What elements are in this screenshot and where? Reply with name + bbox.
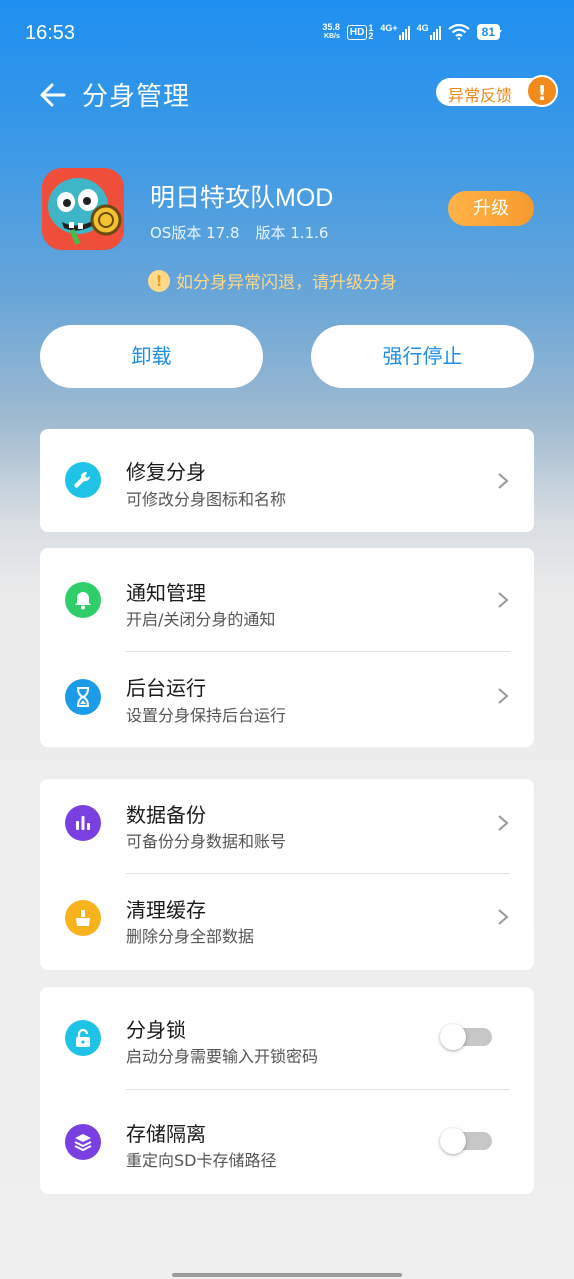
- row-repair-clone[interactable]: 修复分身 可修改分身图标和名称: [40, 429, 534, 532]
- lock-icon: [65, 1020, 101, 1056]
- wrench-icon: [65, 462, 101, 498]
- row-storage-isolation[interactable]: 存储隔离 重定向SD卡存储路径: [40, 1090, 534, 1194]
- card-security: 分身锁 启动分身需要输入开锁密码 存储隔离 重定向SD卡存储路径: [40, 987, 534, 1194]
- app-version: 版本 1.1.6: [255, 224, 329, 242]
- hd-icon: HD: [346, 24, 368, 40]
- row-subtitle: 启动分身需要输入开锁密码: [126, 1047, 319, 1066]
- row-subtitle: 设置分身保持后台运行: [126, 706, 287, 725]
- signal-2: 4G: [417, 24, 441, 40]
- row-clone-lock[interactable]: 分身锁 启动分身需要输入开锁密码: [40, 987, 534, 1090]
- os-version: OS版本 17.8: [150, 224, 240, 242]
- card-notify-background: 通知管理 开启/关闭分身的通知 后台运行 设置分身保持后台运行: [40, 548, 534, 747]
- wifi-icon: [447, 24, 470, 40]
- layers-icon: [65, 1124, 101, 1160]
- row-subtitle: 可修改分身图标和名称: [126, 490, 287, 509]
- feedback-button[interactable]: 异常反馈 !: [436, 75, 558, 107]
- toggle-knob: [440, 1128, 466, 1154]
- alert-icon: !: [526, 75, 558, 107]
- row-data-backup[interactable]: 数据备份 可备份分身数据和账号: [40, 779, 534, 874]
- status-bar: 16:53 35.8 KB/s HD 1 2 4G+ 4G 81: [0, 0, 574, 70]
- signal-bars-1-icon: [398, 24, 410, 40]
- charging-icon: [492, 24, 502, 40]
- warning-icon: !: [148, 269, 170, 292]
- row-title: 清理缓存: [126, 898, 206, 922]
- broom-icon: [65, 900, 101, 936]
- card-repair: 修复分身 可修改分身图标和名称: [40, 429, 534, 532]
- bar-chart-icon: [65, 805, 101, 841]
- chevron-right-icon: [498, 592, 509, 608]
- uninstall-button[interactable]: 卸载: [40, 325, 263, 388]
- network-type-2: 4G: [416, 23, 429, 33]
- network-speed: 35.8 KB/s: [322, 23, 340, 41]
- feedback-label: 异常反馈: [448, 86, 513, 105]
- row-title: 分身锁: [126, 1018, 186, 1042]
- row-title: 数据备份: [126, 803, 206, 827]
- signal-1: 4G+: [380, 23, 410, 40]
- app-icon: [42, 168, 124, 250]
- row-subtitle: 可备份分身数据和账号: [126, 832, 287, 851]
- bell-icon: [65, 582, 101, 618]
- row-background-running[interactable]: 后台运行 设置分身保持后台运行: [40, 652, 534, 747]
- clone-lock-toggle[interactable]: [440, 1024, 492, 1050]
- chevron-right-icon: [498, 473, 509, 489]
- network-speed-value: 35.8: [322, 22, 340, 32]
- status-icons: 35.8 KB/s HD 1 2 4G+ 4G 81: [322, 23, 500, 41]
- zombie-character-icon: [42, 168, 124, 250]
- network-type-1: 4G+: [380, 23, 398, 33]
- hourglass-icon: [65, 679, 101, 715]
- hd-indicator: HD 1 2: [346, 24, 374, 41]
- card-data: 数据备份 可备份分身数据和账号 清理缓存 删除分身全部数据: [40, 779, 534, 970]
- row-subtitle: 重定向SD卡存储路径: [126, 1151, 277, 1170]
- upgrade-button[interactable]: 升级: [448, 191, 534, 226]
- row-title: 修复分身: [126, 460, 206, 484]
- app-name: 明日特攻队MOD: [150, 184, 334, 212]
- row-title: 通知管理: [126, 581, 206, 605]
- toggle-knob: [440, 1024, 466, 1050]
- app-version-info: OS版本 17.8 版本 1.1.6: [150, 222, 328, 243]
- row-subtitle: 删除分身全部数据: [126, 927, 255, 946]
- chevron-right-icon: [498, 815, 509, 831]
- home-indicator[interactable]: [172, 1273, 402, 1277]
- chevron-right-icon: [498, 688, 509, 704]
- warning-notice: ! 如分身异常闪退，请升级分身: [148, 268, 397, 293]
- row-notification-management[interactable]: 通知管理 开启/关闭分身的通知: [40, 548, 534, 652]
- row-title: 后台运行: [126, 676, 206, 700]
- sim2-label: 2: [368, 31, 374, 41]
- warning-text: 如分身异常闪退，请升级分身: [176, 273, 397, 293]
- header: 分身管理 异常反馈 !: [0, 70, 574, 122]
- force-stop-button[interactable]: 强行停止: [311, 325, 534, 388]
- row-clear-cache[interactable]: 清理缓存 删除分身全部数据: [40, 874, 534, 970]
- page-title: 分身管理: [82, 82, 191, 112]
- back-arrow-icon[interactable]: [38, 80, 68, 110]
- row-title: 存储隔离: [126, 1122, 206, 1146]
- row-subtitle: 开启/关闭分身的通知: [126, 610, 276, 629]
- storage-isolation-toggle[interactable]: [440, 1128, 492, 1154]
- status-time: 16:53: [25, 22, 76, 44]
- network-speed-unit: KB/s: [323, 33, 340, 40]
- signal-bars-2-icon: [429, 24, 441, 40]
- chevron-right-icon: [498, 909, 509, 925]
